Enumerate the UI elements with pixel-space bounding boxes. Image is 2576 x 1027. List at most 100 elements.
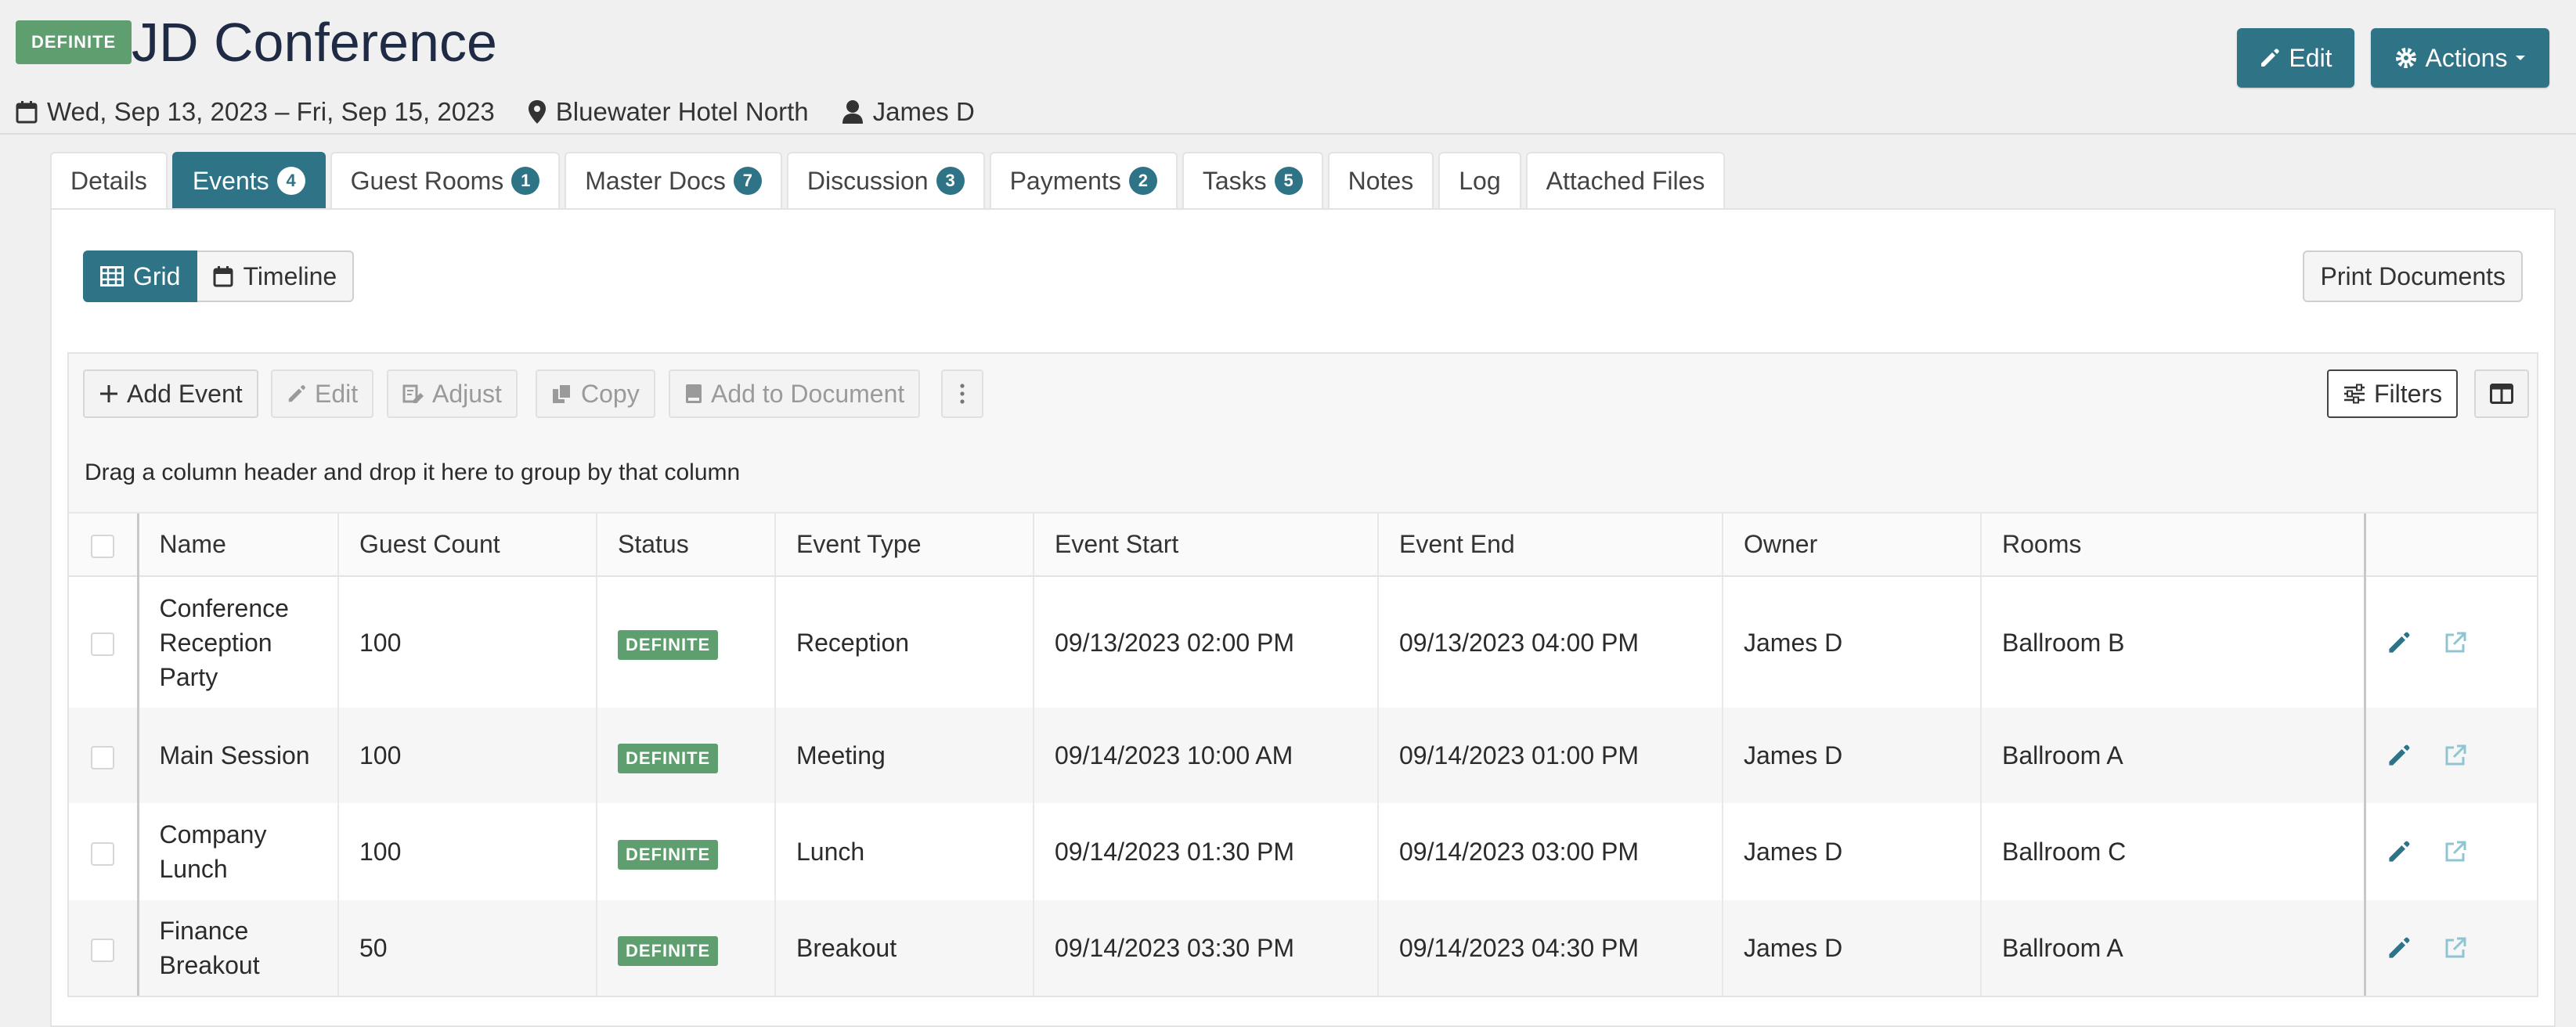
pencil-icon[interactable] — [2387, 630, 2412, 655]
table-header-row: Name Guest Count Status Event Type Event… — [69, 514, 2537, 577]
event-dates-text: Wed, Sep 13, 2023 – Fri, Sep 15, 2023 — [47, 97, 495, 126]
table-row[interactable]: Finance Breakout 50 DEFINITE Breakout 09… — [69, 900, 2537, 996]
plus-icon — [100, 385, 117, 402]
cell-row-actions — [2363, 900, 2537, 996]
edit-event-button[interactable]: Edit — [2237, 28, 2354, 88]
cell-row-actions — [2363, 576, 2537, 708]
row-select-cell — [69, 803, 139, 900]
adjust-label: Adjust — [432, 379, 502, 408]
column-header-event-end[interactable]: Event End — [1378, 514, 1723, 577]
cell-guest-count: 50 — [338, 900, 597, 996]
select-all-checkbox[interactable] — [91, 534, 115, 558]
user-icon — [842, 100, 863, 124]
table-row[interactable]: Company Lunch 100 DEFINITE Lunch 09/14/2… — [69, 803, 2537, 900]
column-header-event-start[interactable]: Event Start — [1034, 514, 1379, 577]
external-link-icon[interactable] — [2443, 630, 2468, 655]
cell-event-start: 09/14/2023 10:00 AM — [1034, 708, 1379, 803]
copy-button[interactable]: Copy — [536, 369, 655, 418]
cell-row-actions — [2363, 803, 2537, 900]
tab-details[interactable]: Details — [50, 152, 168, 208]
status-badge: DEFINITE — [618, 839, 719, 870]
cell-event-type: Meeting — [775, 708, 1034, 803]
tab-label: Master Docs — [585, 166, 726, 195]
gear-icon — [2395, 48, 2416, 68]
external-link-icon[interactable] — [2443, 839, 2468, 864]
tab-label: Discussion — [806, 166, 929, 195]
tab-attached-files[interactable]: Attached Files — [1525, 152, 1726, 208]
add-event-button[interactable]: Add Event — [83, 369, 258, 418]
cell-owner: James D — [1723, 900, 1982, 996]
tab-discussion[interactable]: Discussion 3 — [786, 152, 985, 208]
cell-guest-count: 100 — [338, 576, 597, 708]
tab-notes[interactable]: Notes — [1327, 152, 1434, 208]
adjust-button[interactable]: Adjust — [387, 369, 518, 418]
tab-payments[interactable]: Payments 2 — [989, 152, 1178, 208]
pencil-icon[interactable] — [2387, 743, 2412, 768]
row-checkbox[interactable] — [91, 938, 115, 962]
add-to-document-button[interactable]: Add to Document — [669, 369, 921, 418]
edit-event-label: Edit — [2289, 43, 2332, 72]
cell-event-type: Lunch — [775, 803, 1034, 900]
filters-button[interactable]: Filters — [2327, 369, 2459, 418]
grid-view-button[interactable]: Grid — [83, 250, 198, 302]
more-options-button[interactable] — [941, 369, 983, 418]
cell-guest-count: 100 — [338, 803, 597, 900]
column-header-actions — [2363, 514, 2537, 577]
column-header-status[interactable]: Status — [597, 514, 776, 577]
column-header-guest-count[interactable]: Guest Count — [338, 514, 597, 577]
tab-master-docs[interactable]: Master Docs 7 — [565, 152, 782, 208]
tab-count-badge: 4 — [276, 167, 305, 195]
event-location-text: Bluewater Hotel North — [555, 97, 809, 126]
tab-guest-rooms[interactable]: Guest Rooms 1 — [330, 152, 561, 208]
print-documents-button[interactable]: Print Documents — [2303, 250, 2523, 302]
group-by-drop-zone[interactable]: Drag a column header and drop it here to… — [69, 434, 2537, 514]
actions-dropdown-button[interactable]: Actions — [2371, 28, 2549, 88]
column-header-owner[interactable]: Owner — [1723, 514, 1982, 577]
timeline-view-button[interactable]: Timeline — [197, 250, 355, 302]
caret-down-icon — [2516, 56, 2526, 60]
event-meta: Wed, Sep 13, 2023 – Fri, Sep 15, 2023 Bl… — [16, 92, 1008, 132]
tab-tasks[interactable]: Tasks 5 — [1182, 152, 1323, 208]
tab-label: Attached Files — [1546, 166, 1705, 195]
table-row[interactable]: Main Session 100 DEFINITE Meeting 09/14/… — [69, 708, 2537, 803]
cell-rooms: Ballroom C — [1981, 803, 2365, 900]
cell-event-start: 09/14/2023 01:30 PM — [1034, 803, 1379, 900]
row-checkbox[interactable] — [91, 745, 115, 769]
tab-label: Payments — [1009, 166, 1121, 195]
row-checkbox[interactable] — [91, 841, 115, 866]
cell-name: Company Lunch — [138, 803, 339, 900]
cell-owner: James D — [1723, 803, 1982, 900]
tab-log[interactable]: Log — [1438, 152, 1521, 208]
column-header-name[interactable]: Name — [138, 514, 339, 577]
tab-count-badge: 5 — [1274, 167, 1303, 195]
tab-label: Guest Rooms — [350, 166, 504, 195]
cell-owner: James D — [1723, 708, 1982, 803]
pencil-icon[interactable] — [2387, 839, 2412, 864]
column-chooser-button[interactable] — [2474, 369, 2529, 418]
column-header-rooms[interactable]: Rooms — [1981, 514, 2365, 577]
tab-label: Notes — [1348, 166, 1414, 195]
event-dates: Wed, Sep 13, 2023 – Fri, Sep 15, 2023 — [16, 97, 495, 127]
edit-document-icon — [402, 384, 424, 403]
row-select-cell — [69, 708, 139, 803]
cell-event-end: 09/13/2023 04:00 PM — [1378, 576, 1723, 708]
cell-status: DEFINITE — [597, 576, 776, 708]
external-link-icon[interactable] — [2443, 935, 2468, 960]
cell-event-start: 09/13/2023 02:00 PM — [1034, 576, 1379, 708]
table-row[interactable]: Conference Reception Party 100 DEFINITE … — [69, 576, 2537, 708]
edit-label: Edit — [315, 379, 359, 408]
row-checkbox[interactable] — [91, 632, 115, 657]
tab-events[interactable]: Events 4 — [171, 152, 326, 208]
edit-button[interactable]: Edit — [271, 369, 374, 418]
cell-rooms: Ballroom B — [1981, 576, 2365, 708]
row-select-cell — [69, 576, 139, 708]
cell-event-end: 09/14/2023 03:00 PM — [1378, 803, 1723, 900]
column-header-event-type[interactable]: Event Type — [775, 514, 1034, 577]
tab-label: Events — [192, 166, 269, 195]
book-icon — [686, 384, 702, 403]
pencil-icon[interactable] — [2387, 935, 2412, 960]
page-title: JD Conference — [132, 12, 497, 73]
map-marker-icon — [528, 100, 546, 124]
external-link-icon[interactable] — [2443, 743, 2468, 768]
events-table: Name Guest Count Status Event Type Event… — [69, 514, 2537, 996]
